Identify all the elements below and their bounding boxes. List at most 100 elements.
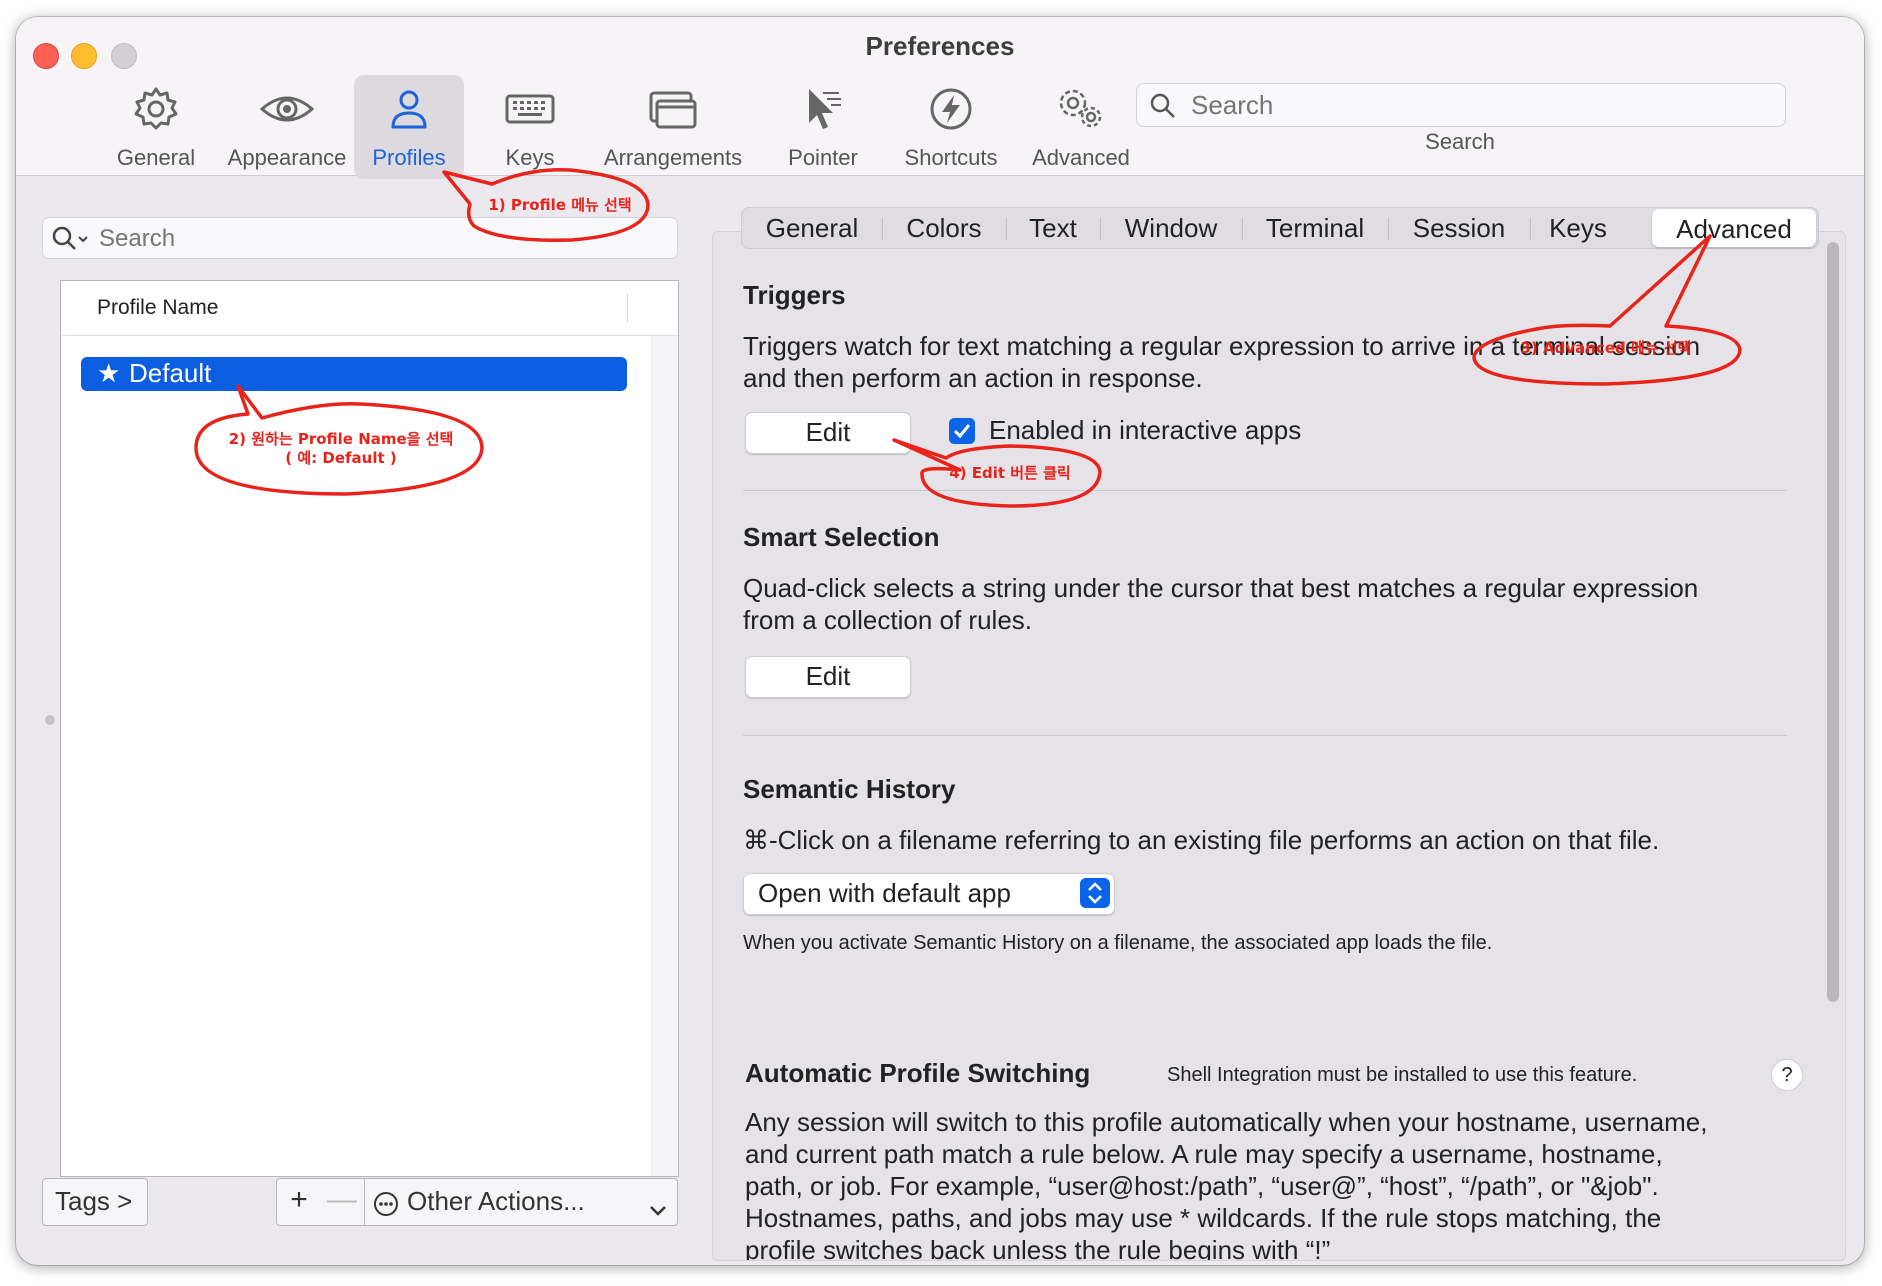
tab-terminal[interactable]: Terminal [1242, 208, 1388, 248]
checkmark-icon [953, 424, 971, 439]
tab-keys[interactable]: Keys [1530, 208, 1626, 248]
semantic-history-title: Semantic History [743, 774, 956, 804]
remove-profile-button[interactable]: — [320, 1178, 365, 1226]
tab-label: Keys [1549, 213, 1607, 243]
smart-selection-edit-button[interactable]: Edit [745, 656, 911, 698]
add-profile-button[interactable]: + [276, 1178, 322, 1226]
tab-label: Terminal [1265, 213, 1365, 243]
ellipsis-circle-icon [373, 1191, 399, 1224]
auto-switching-line-5: profile switches back unless the rule be… [745, 1235, 1331, 1261]
triggers-title: Triggers [743, 280, 846, 310]
tab-text[interactable]: Text [1006, 208, 1100, 248]
section-divider [743, 735, 1787, 736]
tab-colors[interactable]: Colors [882, 208, 1006, 248]
tab-session[interactable]: Session [1388, 208, 1530, 248]
search-options-icon[interactable] [51, 225, 91, 258]
tab-label: General [765, 213, 859, 243]
toolbar-keys[interactable]: Keys [482, 75, 578, 179]
toolbar-label: Profiles [372, 145, 446, 170]
toolbar-label: Arrangements [603, 145, 743, 170]
interactive-apps-label[interactable]: Enabled in interactive apps [989, 414, 1301, 446]
lightning-icon [876, 85, 1026, 133]
smart-selection-description-2: from a collection of rules. [743, 605, 1033, 635]
toolbar-pointer[interactable]: Pointer [768, 75, 878, 179]
search-caption: Search [1425, 129, 1495, 154]
semantic-history-value: Open with default app [758, 878, 1011, 908]
titlebar: Preferences General Appearance Profiles … [16, 17, 1864, 179]
toolbar-label: General [116, 145, 196, 170]
triggers-edit-label: Edit [805, 417, 851, 447]
triggers-edit-button[interactable]: Edit [745, 412, 911, 454]
pointer-icon [768, 85, 878, 133]
profile-table: Profile Name ★ Default [60, 280, 679, 1177]
tab-label: Window [1124, 213, 1218, 243]
eye-icon [214, 85, 360, 133]
tab-label: Colors [906, 213, 982, 243]
toolbar-appearance[interactable]: Appearance [214, 75, 360, 179]
tab-general[interactable]: General [742, 208, 882, 248]
auto-switching-line-3: path, or job. For example, “user@host:/p… [745, 1171, 1659, 1201]
toolbar-arrangements[interactable]: Arrangements [590, 75, 756, 179]
auto-switching-line-1: Any session will switch to this profile … [745, 1107, 1708, 1137]
profile-table-scrollbar[interactable] [651, 336, 678, 1176]
tags-button[interactable]: Tags > [42, 1178, 148, 1226]
profile-tab-bar: General Colors Text Window Terminal Sess… [741, 207, 1819, 249]
tab-label: Session [1412, 213, 1506, 243]
toolbar-search-field[interactable] [1136, 83, 1786, 127]
toolbar-general[interactable]: General [92, 75, 220, 179]
split-view-handle[interactable] [45, 715, 55, 725]
toolbar-advanced[interactable]: Advanced [1016, 75, 1146, 179]
semantic-history-popup[interactable]: Open with default app [743, 873, 1115, 915]
windows-icon [590, 85, 756, 133]
profile-search-field[interactable] [42, 217, 678, 259]
toolbar-label: Advanced [1032, 145, 1130, 170]
auto-switching-line-4: Hostnames, paths, and jobs may use * wil… [745, 1203, 1662, 1233]
tab-window[interactable]: Window [1100, 208, 1242, 248]
toolbar-label: Shortcuts [904, 145, 998, 170]
chevron-down-icon [649, 1194, 667, 1225]
auto-switching-line-2: and current path match a rule below. A r… [745, 1139, 1663, 1169]
toolbar-profiles[interactable]: Profiles [354, 75, 464, 179]
add-profile-label: + [290, 1183, 308, 1216]
tab-advanced[interactable]: Advanced [1652, 209, 1816, 247]
interactive-apps-checkbox[interactable] [949, 418, 975, 444]
smart-selection-description-1: Quad-click selects a string under the cu… [743, 573, 1699, 603]
window-title: Preferences [865, 31, 1015, 61]
toolbar-label: Keys [505, 145, 555, 170]
annotation-step-2-line-1: 2) 원하는 Profile Name을 선택 [228, 430, 454, 448]
toolbar-search-input[interactable] [1189, 89, 1773, 121]
profile-table-header[interactable]: Profile Name [61, 281, 678, 336]
annotation-step-3: 3) Advanced 메뉴 선택 [1520, 339, 1692, 357]
remove-profile-label: — [327, 1183, 357, 1216]
other-actions-label: Other Actions... [407, 1186, 585, 1216]
annotation-step-4: 4) Edit 버튼 클릭 [949, 464, 1071, 482]
auto-profile-switching-title: Automatic Profile Switching [745, 1058, 1091, 1088]
content-scrollbar[interactable] [1827, 242, 1839, 1002]
toolbar-shortcuts[interactable]: Shortcuts [876, 75, 1026, 179]
profile-name: Default [129, 358, 212, 388]
annotation-step-2-line-2: ( 예: Default ) [285, 449, 397, 467]
gear-icon [92, 85, 220, 133]
popup-stepper-icon [1080, 878, 1110, 908]
profile-row-default[interactable]: ★ Default [81, 357, 627, 391]
profile-name-column-header[interactable]: Profile Name [97, 296, 218, 320]
profile-search-input[interactable] [97, 223, 661, 255]
semantic-history-note: When you activate Semantic History on a … [743, 932, 1493, 954]
section-divider [743, 490, 1787, 491]
advanced-settings-panel: Triggers Triggers watch for text matchin… [712, 231, 1846, 1261]
other-actions-popup[interactable]: Other Actions... [364, 1178, 678, 1226]
tags-button-label: Tags > [55, 1186, 133, 1216]
preferences-window: Preferences General Appearance Profiles … [16, 17, 1864, 1265]
shell-integration-note: Shell Integration must be installed to u… [1167, 1064, 1638, 1086]
toolbar-label: Appearance [227, 145, 347, 170]
tab-label: Text [1029, 213, 1077, 243]
tab-label: Advanced [1676, 214, 1792, 244]
column-divider [627, 293, 628, 323]
annotation-step-1: 1) Profile 메뉴 선택 [488, 196, 632, 214]
toolbar-label: Pointer [788, 145, 858, 170]
smart-selection-edit-label: Edit [805, 661, 851, 691]
help-button[interactable]: ? [1771, 1059, 1803, 1091]
triggers-description-2: and then perform an action in response. [743, 363, 1203, 393]
smart-selection-title: Smart Selection [743, 522, 940, 552]
keyboard-icon [482, 85, 578, 133]
